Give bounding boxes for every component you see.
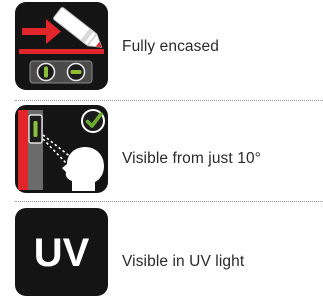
feature-row-fully-encased: Fully encased — [0, 0, 323, 92]
feature-label: Visible from just 10° — [122, 150, 261, 167]
feature-label: Visible in UV light — [122, 253, 245, 270]
viewer-check-icon — [15, 105, 108, 193]
divider — [15, 201, 323, 202]
feature-label: Fully encased — [122, 38, 219, 55]
feature-row-visible-angle: Visible from just 10° — [0, 103, 323, 195]
encased-seal-icon — [15, 2, 108, 90]
feature-row-uv: UV Visible in UV light — [0, 206, 323, 296]
uv-icon: UV — [15, 208, 108, 296]
divider — [15, 100, 323, 101]
uv-icon-text: UV — [34, 231, 90, 275]
